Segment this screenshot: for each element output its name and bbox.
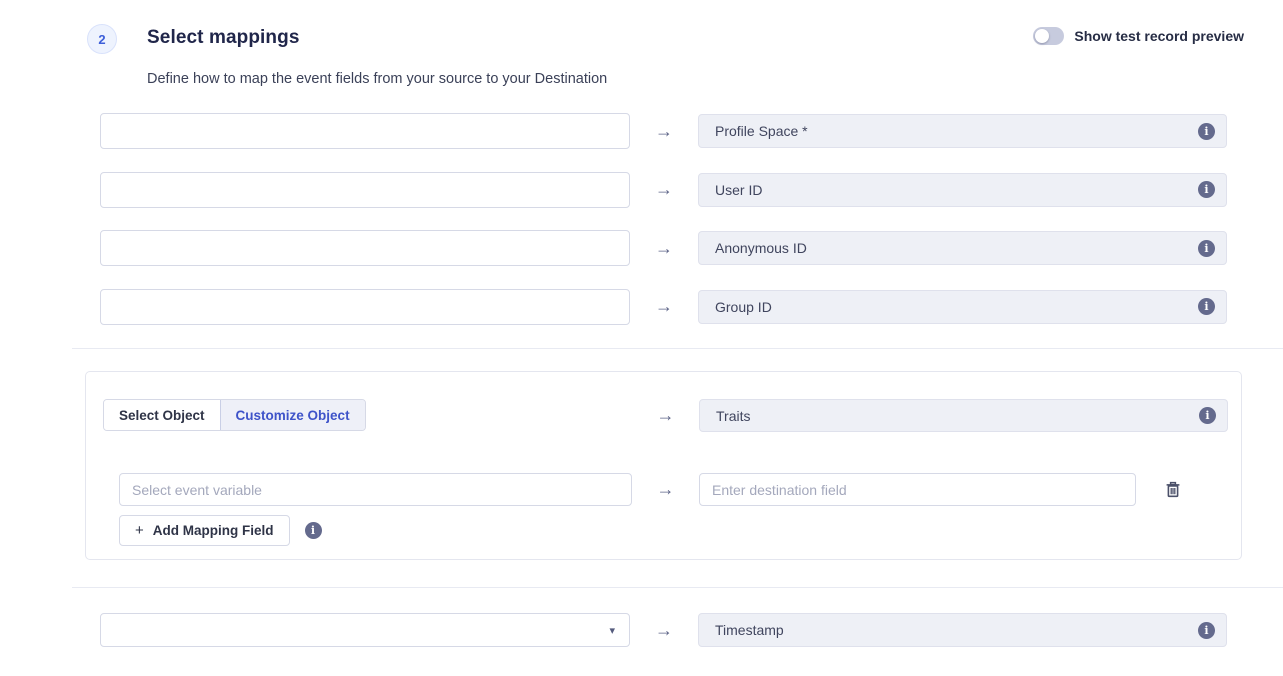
mapping-row-profile-space: → Profile Space * i	[100, 113, 1283, 149]
profile-space-source-input[interactable]	[100, 113, 630, 149]
test-record-preview-toggle[interactable]	[1033, 27, 1064, 45]
destination-label: Traits	[716, 408, 750, 424]
destination-field-user-id: User ID i	[698, 173, 1227, 207]
add-mapping-field-button[interactable]: + Add Mapping Field	[119, 515, 290, 546]
arrow-right-icon: →	[630, 296, 698, 317]
arrow-right-icon: →	[630, 238, 698, 259]
chevron-down-icon: ▾	[609, 624, 615, 637]
select-mappings-panel: 2 Select mappings Define how to map the …	[0, 0, 1283, 676]
test-record-preview-label: Show test record preview	[1074, 28, 1244, 44]
destination-field-anonymous-id: Anonymous ID i	[698, 231, 1227, 265]
arrow-right-icon: →	[632, 399, 699, 432]
destination-field-profile-space: Profile Space * i	[698, 114, 1227, 148]
section-divider	[72, 587, 1283, 588]
arrow-right-icon: →	[630, 620, 698, 641]
destination-label: User ID	[715, 182, 762, 198]
arrow-right-icon: →	[630, 179, 698, 200]
page-subtitle: Define how to map the event fields from …	[147, 71, 607, 87]
mapping-row-user-id: → User ID i	[100, 172, 1283, 208]
destination-label: Group ID	[715, 299, 772, 315]
info-icon[interactable]: i	[1198, 298, 1215, 315]
mapping-row-anonymous-id: → Anonymous ID i	[100, 230, 1283, 266]
info-icon[interactable]: i	[1198, 123, 1215, 140]
delete-mapping-button[interactable]	[1165, 481, 1181, 498]
page-title: Select mappings	[147, 27, 300, 49]
destination-field-group-id: Group ID i	[698, 290, 1227, 324]
tab-select-object[interactable]: Select Object	[104, 400, 220, 430]
tab-customize-object[interactable]: Customize Object	[220, 400, 365, 430]
event-variable-input[interactable]	[119, 473, 632, 506]
step-number-badge: 2	[87, 24, 117, 54]
group-id-source-input[interactable]	[100, 289, 630, 325]
destination-field-input[interactable]	[699, 473, 1136, 506]
test-record-preview-toggle-group: Show test record preview	[1033, 27, 1244, 45]
info-icon[interactable]: i	[1198, 181, 1215, 198]
mapping-row-group-id: → Group ID i	[100, 289, 1283, 325]
destination-label: Anonymous ID	[715, 240, 807, 256]
arrow-right-icon: →	[630, 121, 698, 142]
destination-label: Profile Space *	[715, 123, 808, 139]
info-icon[interactable]: i	[1199, 407, 1216, 424]
simple-mappings-list: → Profile Space * i → User ID i → Anonym…	[0, 113, 1283, 347]
info-icon[interactable]: i	[305, 522, 322, 539]
destination-label: Timestamp	[715, 622, 784, 638]
arrow-right-icon: →	[632, 479, 699, 500]
destination-field-traits: Traits i	[699, 399, 1228, 432]
plus-icon: +	[135, 522, 144, 539]
mapping-row-timestamp: ▾ → Timestamp i	[100, 613, 1227, 647]
anonymous-id-source-input[interactable]	[100, 230, 630, 266]
add-mapping-row: + Add Mapping Field i	[119, 515, 322, 546]
traits-mapping-box: Select Object Customize Object → Traits …	[85, 371, 1242, 560]
object-mode-tab-group: Select Object Customize Object	[103, 399, 366, 431]
add-mapping-field-label: Add Mapping Field	[153, 523, 274, 538]
info-icon[interactable]: i	[1198, 622, 1215, 639]
timestamp-source-select[interactable]: ▾	[100, 613, 630, 647]
destination-field-timestamp: Timestamp i	[698, 613, 1227, 647]
toggle-knob	[1035, 29, 1049, 43]
section-divider	[72, 348, 1283, 349]
info-icon[interactable]: i	[1198, 240, 1215, 257]
user-id-source-input[interactable]	[100, 172, 630, 208]
custom-mapping-row: →	[119, 473, 1181, 506]
trash-icon	[1165, 481, 1181, 498]
